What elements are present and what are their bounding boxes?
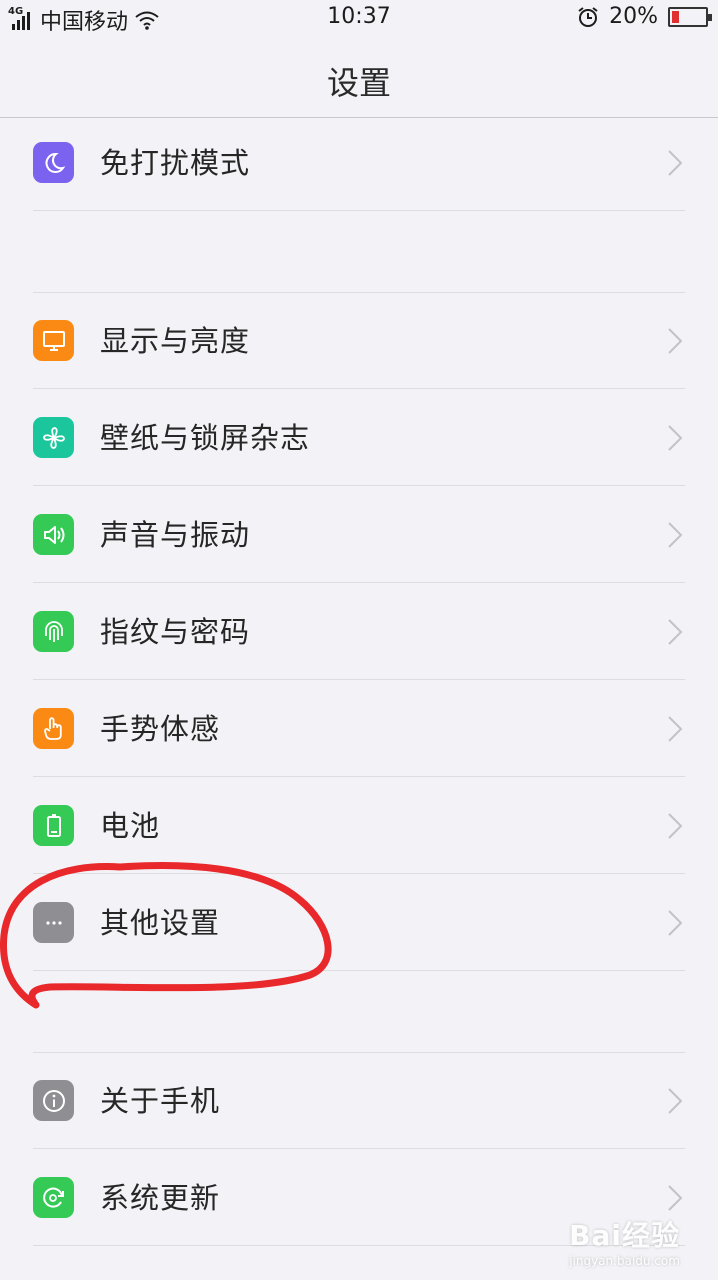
settings-item-battery[interactable]: 电池 xyxy=(0,777,718,874)
status-bar: 4G 中国移动 10:37 20% xyxy=(0,0,718,35)
divider xyxy=(33,1052,685,1053)
divider xyxy=(33,210,685,211)
settings-item-do-not-disturb[interactable]: 免打扰模式 xyxy=(0,114,718,211)
settings-item-wallpaper[interactable]: 壁纸与锁屏杂志 xyxy=(0,389,718,486)
pinwheel-icon xyxy=(33,417,74,458)
speaker-icon xyxy=(33,514,74,555)
chevron-right-icon xyxy=(668,716,683,742)
battery-percent: 20% xyxy=(609,4,658,29)
settings-item-label: 手势体感 xyxy=(100,712,221,746)
settings-item-fingerprint-password[interactable]: 指纹与密码 xyxy=(0,583,718,680)
settings-item-display-brightness[interactable]: 显示与亮度 xyxy=(0,292,718,389)
info-icon xyxy=(33,1080,74,1121)
battery-icon xyxy=(668,6,712,27)
chevron-right-icon xyxy=(668,522,683,548)
watermark-url: jingyan.baidu.com xyxy=(569,1254,680,1268)
settings-item-label: 其他设置 xyxy=(100,906,221,940)
settings-item-label: 系统更新 xyxy=(100,1181,221,1215)
chevron-right-icon xyxy=(668,1185,683,1211)
settings-item-label: 电池 xyxy=(100,809,161,843)
chevron-right-icon xyxy=(668,910,683,936)
divider xyxy=(33,970,685,971)
settings-item-label: 免打扰模式 xyxy=(100,146,251,180)
page-title: 设置 xyxy=(326,64,391,102)
navigation-bar: 设置 xyxy=(0,34,718,118)
settings-item-sound-vibration[interactable]: 声音与振动 xyxy=(0,486,718,583)
chevron-right-icon xyxy=(668,328,683,354)
watermark-logo: Bai经验 xyxy=(569,1219,680,1252)
settings-item-label: 指纹与密码 xyxy=(100,615,251,649)
settings-item-label: 壁纸与锁屏杂志 xyxy=(100,421,311,455)
settings-item-label: 声音与振动 xyxy=(100,518,251,552)
moon-icon xyxy=(33,142,74,183)
chevron-right-icon xyxy=(668,813,683,839)
fingerprint-icon xyxy=(33,611,74,652)
chevron-right-icon xyxy=(668,1088,683,1114)
more-icon xyxy=(33,902,74,943)
chevron-right-icon xyxy=(668,619,683,645)
settings-item-other-settings[interactable]: 其他设置 xyxy=(0,874,718,971)
settings-item-gestures[interactable]: 手势体感 xyxy=(0,680,718,777)
update-icon xyxy=(33,1177,74,1218)
battery-icon xyxy=(33,805,74,846)
settings-item-label: 显示与亮度 xyxy=(100,324,251,358)
alarm-icon xyxy=(578,6,598,27)
chevron-right-icon xyxy=(668,425,683,451)
monitor-icon xyxy=(33,320,74,361)
chevron-right-icon xyxy=(668,150,683,176)
hand-icon xyxy=(33,708,74,749)
settings-item-label: 关于手机 xyxy=(100,1084,221,1118)
settings-item-about-phone[interactable]: 关于手机 xyxy=(0,1052,718,1149)
watermark: Bai经验 jingyan.baidu.com xyxy=(569,1214,680,1268)
divider xyxy=(33,292,685,293)
